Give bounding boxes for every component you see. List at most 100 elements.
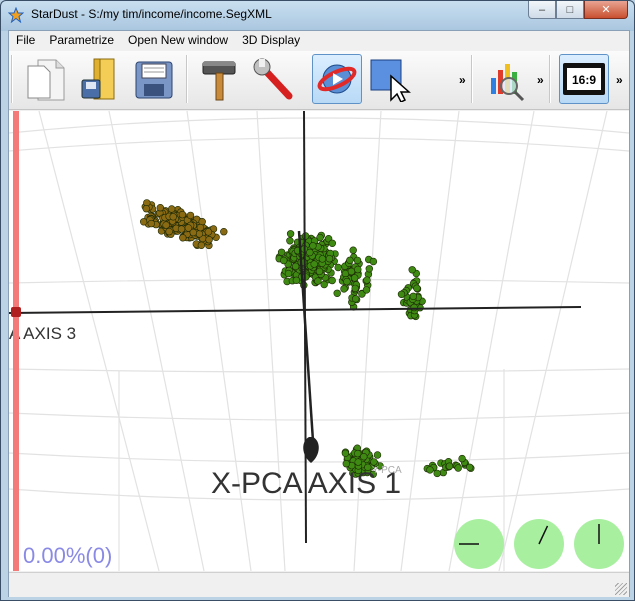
vertical-slider[interactable]: [11, 111, 21, 571]
window-title: StarDust - S:/my tim/income/income.SegXM…: [31, 7, 272, 21]
scatter-point: [354, 265, 362, 274]
aspect-ratio-text: 16:9: [572, 73, 596, 87]
maximize-button[interactable]: □: [556, 1, 584, 19]
scatter-point: [168, 205, 176, 213]
scatter-point: [328, 276, 336, 285]
scatter-point: [333, 289, 341, 298]
toolbar-separator: [549, 55, 551, 103]
scatter-point: [320, 280, 328, 289]
menu-parametrize[interactable]: Parametrize: [42, 31, 121, 50]
new-document-button[interactable]: [21, 54, 71, 104]
scatter-point: [397, 290, 406, 299]
scatter-point: [354, 458, 362, 466]
scatter-point: [286, 237, 294, 245]
title-bar[interactable]: StarDust - S:/my tim/income/income.SegXM…: [1, 1, 634, 29]
scatter-point: [179, 234, 187, 242]
open-file-button[interactable]: [75, 54, 125, 104]
scatter-point: [195, 230, 204, 238]
scatter-point: [169, 213, 177, 221]
3d-viewport[interactable]: X-PCA AXIS 1 A AXIS 3 Y-PCA 0.00%(0): [9, 111, 629, 571]
rotate-3d-button[interactable]: [312, 54, 362, 104]
scatter-point: [353, 256, 362, 265]
new-document-icon: [27, 59, 65, 101]
scatter-point: [186, 211, 195, 220]
minimize-button[interactable]: –: [528, 1, 556, 19]
scatter-point: [410, 303, 418, 312]
save-button[interactable]: [129, 54, 179, 104]
scatter-point: [373, 451, 382, 459]
close-button[interactable]: ✕: [584, 1, 628, 19]
scatter-point: [347, 267, 356, 276]
scatter-point: [280, 256, 288, 265]
stardust-app-icon: [8, 7, 24, 23]
scatter-point: [426, 466, 434, 474]
y-pca-axis-label: Y-PCA: [372, 465, 402, 476]
rotation-dial-3[interactable]: [574, 519, 624, 569]
scatter-point: [325, 255, 334, 263]
percent-readout: 0.00%(0): [23, 543, 113, 568]
scatter-point: [352, 295, 360, 303]
scatter-point: [360, 453, 368, 461]
scatter-point: [408, 266, 416, 274]
hammer-icon: [202, 61, 236, 101]
scatter-point: [306, 248, 314, 257]
scatter-point: [445, 462, 454, 470]
scatter-point: [351, 284, 359, 293]
scatter-point: [205, 235, 213, 244]
wrench-tool-button[interactable]: [249, 54, 299, 104]
menu-3d-display[interactable]: 3D Display: [235, 31, 307, 50]
scatter-point: [458, 454, 466, 463]
scatter-point: [156, 203, 165, 212]
scatter-point: [409, 292, 417, 301]
slider-knob[interactable]: [11, 307, 21, 317]
aspect-ratio-button[interactable]: 16:9: [559, 54, 609, 104]
hammer-tool-button[interactable]: [195, 54, 245, 104]
rotate-3d-icon: [317, 64, 357, 94]
scatter-point: [369, 257, 378, 266]
rotation-dial-1[interactable]: [454, 519, 504, 569]
scatter-point: [140, 218, 148, 226]
scatter-point: [291, 262, 300, 271]
toolbar-overflow-chevron[interactable]: »: [537, 73, 544, 87]
scatter-point: [204, 228, 213, 236]
scatter-point: [466, 463, 474, 471]
dial-needle-2: [538, 525, 549, 545]
scatter-point: [177, 225, 186, 233]
scatter-point: [301, 232, 310, 240]
select-pointer-icon: [370, 59, 411, 102]
scatter-point: [413, 284, 421, 292]
chart-analysis-button[interactable]: [481, 54, 531, 104]
scatter-point: [165, 227, 173, 236]
scatter-point: [363, 276, 371, 284]
menu-file[interactable]: File: [9, 31, 42, 50]
scatter-point: [292, 276, 301, 285]
scatter-point: [314, 277, 322, 285]
wrench-icon: [253, 58, 293, 100]
toolbar-overflow-chevron[interactable]: »: [616, 73, 623, 87]
toolbar-overflow-chevron[interactable]: »: [459, 73, 466, 87]
save-disk-icon: [135, 61, 173, 99]
scatter-point: [351, 274, 359, 282]
open-folder-icon: [81, 58, 115, 100]
dial-needle-1: [459, 543, 479, 545]
scatter-point: [349, 246, 357, 254]
scatter-point: [284, 269, 293, 278]
pca-axis-3-label: A AXIS 3: [9, 324, 76, 343]
scatter-point: [454, 464, 462, 472]
toolbar-separator: [471, 55, 473, 103]
scatter-point: [354, 449, 362, 458]
3d-scatter-scene[interactable]: X-PCA AXIS 1 A AXIS 3 Y-PCA: [9, 111, 629, 571]
scatter-point: [184, 224, 193, 232]
menu-open-new-window[interactable]: Open New window: [121, 31, 235, 50]
rotation-dial-2[interactable]: [514, 519, 564, 569]
scatter-point: [162, 221, 170, 229]
scatter-point: [365, 265, 373, 273]
select-pointer-button[interactable]: [366, 54, 416, 104]
status-bar: [9, 572, 629, 597]
scatter-point: [346, 256, 354, 265]
scatter-point: [220, 227, 228, 236]
resize-grip-icon[interactable]: [615, 583, 627, 595]
scatter-point: [310, 260, 318, 268]
scatter-point: [343, 277, 351, 286]
scatter-point: [277, 248, 286, 257]
